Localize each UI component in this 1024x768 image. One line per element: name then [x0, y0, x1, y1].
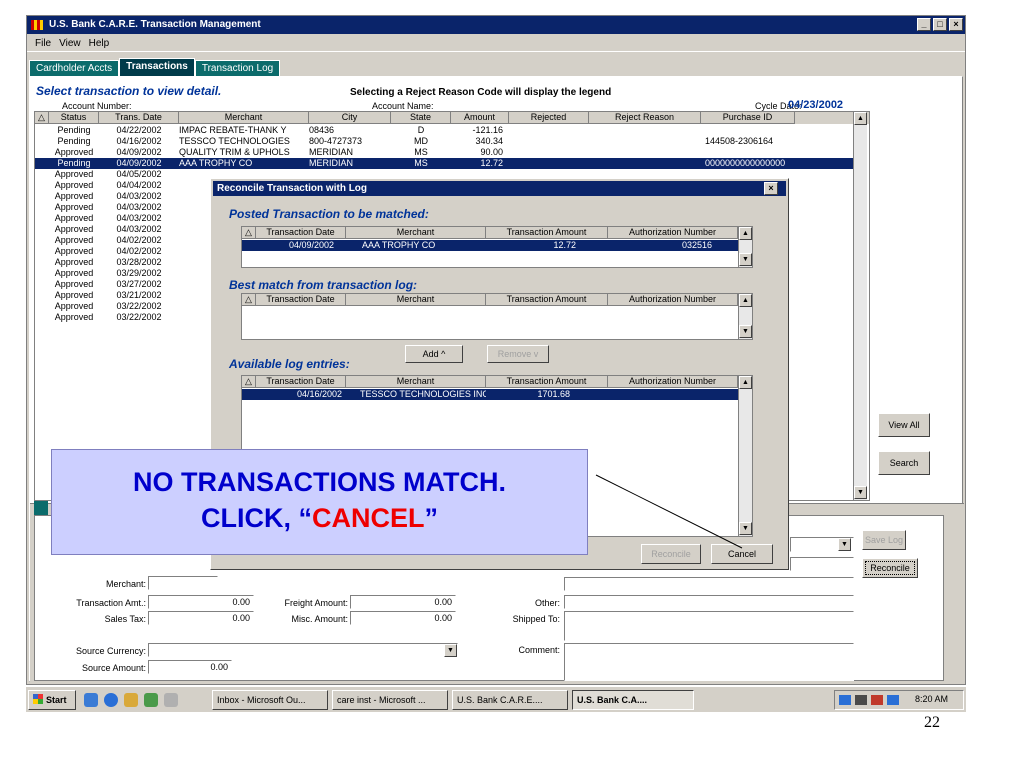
slide-number: 22: [924, 714, 940, 731]
tray-speaker-icon[interactable]: [855, 695, 867, 705]
callout-suffix: ”: [424, 503, 439, 533]
taskbar: Start Inbox - Microsoft Ou... care inst …: [26, 686, 966, 712]
task-us-bank-1[interactable]: U.S. Bank C.A.R.E....: [452, 690, 568, 710]
clock: 8:20 AM: [915, 694, 949, 704]
start-label: Start: [46, 695, 67, 705]
task-care-inst[interactable]: care inst - Microsoft ...: [332, 690, 448, 710]
start-button[interactable]: Start: [28, 690, 76, 710]
callout-pointer: [595, 474, 743, 549]
tray-mail-icon[interactable]: [887, 695, 899, 705]
task-us-bank-2[interactable]: U.S. Bank C.A....: [572, 690, 694, 710]
windows-logo-icon: [33, 694, 43, 704]
tray-network-icon[interactable]: [839, 695, 851, 705]
callout-cancel-word: CANCEL: [312, 503, 425, 533]
outlook-icon[interactable]: [124, 693, 138, 707]
callout-prefix: CLICK, “: [201, 503, 312, 533]
system-tray: 8:20 AM: [834, 690, 964, 710]
task-inbox[interactable]: Inbox - Microsoft Ou...: [212, 690, 328, 710]
desktop-icon[interactable]: [84, 693, 98, 707]
callout-line-2: CLICK, “CANCEL”: [52, 500, 587, 536]
callout-line-1: NO TRANSACTIONS MATCH.: [133, 467, 506, 497]
quick-launch-icon-2[interactable]: [164, 693, 178, 707]
tray-shield-icon[interactable]: [871, 695, 883, 705]
instruction-callout: NO TRANSACTIONS MATCH. CLICK, “CANCEL”: [51, 449, 588, 555]
quick-launch-icon[interactable]: [144, 693, 158, 707]
internet-explorer-icon[interactable]: [104, 693, 118, 707]
